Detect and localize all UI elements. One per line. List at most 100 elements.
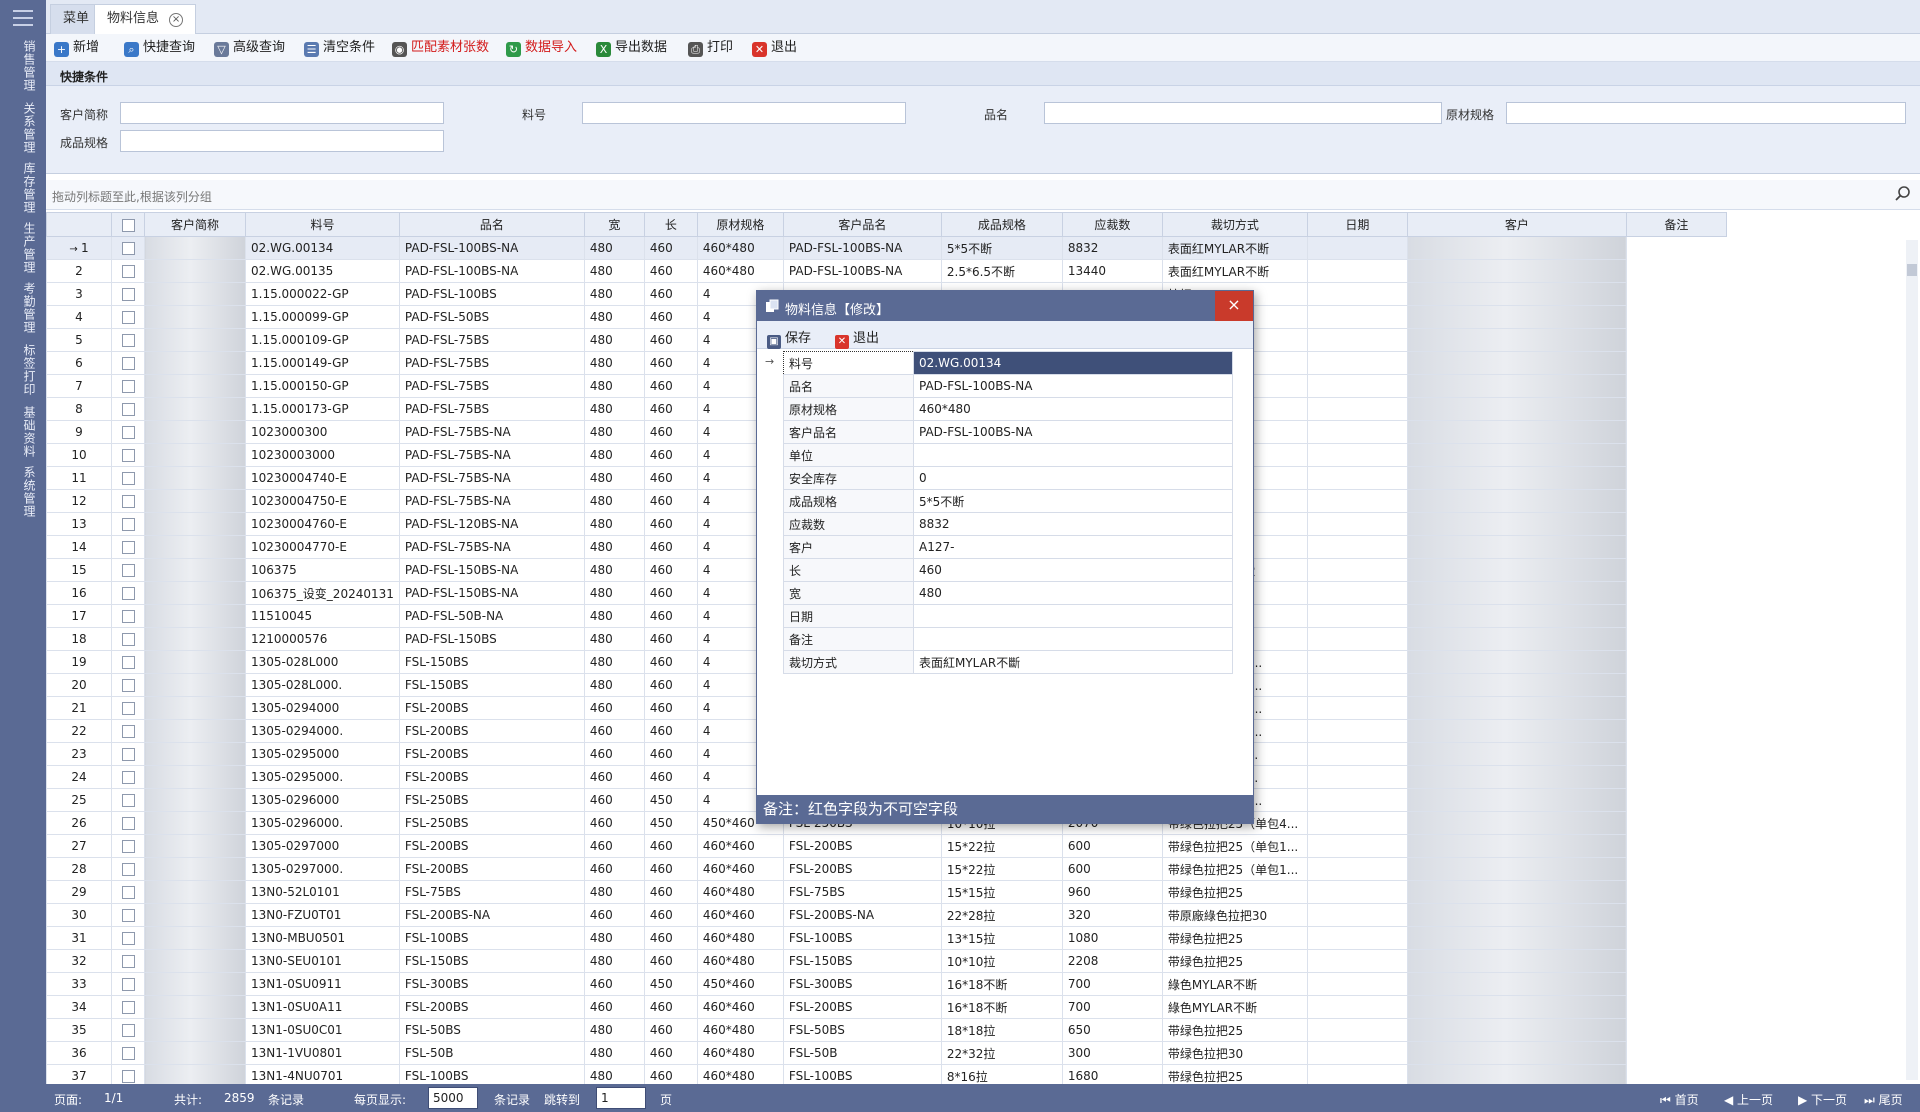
table-cell[interactable]: FSL-100BS <box>782 926 942 950</box>
row-checkbox[interactable] <box>111 282 145 306</box>
table-cell[interactable]: PAD-FSL-75BS <box>398 328 585 352</box>
table-cell[interactable]: 106375 <box>245 558 400 582</box>
table-cell[interactable] <box>1306 282 1408 306</box>
table-cell[interactable]: 480 <box>583 604 645 628</box>
table-cell[interactable] <box>1306 1018 1408 1042</box>
table-cell[interactable]: 18*18拉 <box>940 1018 1063 1042</box>
table-cell[interactable] <box>144 374 246 398</box>
dialog-exit-button[interactable]: ✕ 退出 <box>835 327 879 349</box>
table-cell[interactable]: 22*28拉 <box>940 903 1063 927</box>
toolbar-button[interactable]: X 导出数据 <box>596 38 667 58</box>
table-cell[interactable]: PAD-FSL-75BS-NA <box>398 466 585 490</box>
table-cell[interactable] <box>1406 995 1627 1019</box>
table-row[interactable]: 34 13N1-0SU0A11 FSL-200BS 460 460 460*460 FSL-… <box>46 995 1727 1019</box>
table-row[interactable]: 36 13N1-1VU0801 FSL-50B 480 460 460*480 FSL-50… <box>46 1041 1727 1065</box>
row-checkbox[interactable] <box>111 926 145 950</box>
next-page-button[interactable]: ▶ 下一页 <box>1798 1091 1847 1108</box>
table-cell[interactable]: PAD-FSL-75BS <box>398 351 585 375</box>
table-cell[interactable]: 480 <box>583 466 645 490</box>
toolbar-button[interactable]: ⌕ 快捷查询 <box>124 38 195 58</box>
table-cell[interactable]: PAD-FSL-75BS-NA <box>398 443 585 467</box>
table-cell[interactable] <box>1306 466 1408 490</box>
table-cell[interactable] <box>1306 926 1408 950</box>
row-checkbox[interactable] <box>111 673 145 697</box>
table-cell[interactable]: 13N1-0SU0911 <box>245 972 400 996</box>
table-cell[interactable] <box>1406 627 1627 651</box>
table-cell[interactable]: 5*5不断 <box>940 236 1063 260</box>
table-cell[interactable] <box>1306 742 1408 766</box>
column-header[interactable]: 日期 <box>1306 212 1408 237</box>
column-header[interactable]: 料号 <box>245 212 400 237</box>
menu-toggle-icon[interactable] <box>13 10 33 26</box>
sidebar-nav-item[interactable]: 标签打印 <box>8 344 38 396</box>
table-cell[interactable]: 带绿色拉把25 <box>1161 926 1308 950</box>
table-cell[interactable]: 460 <box>643 351 698 375</box>
table-cell[interactable]: 1080 <box>1061 926 1163 950</box>
table-cell[interactable] <box>1306 788 1408 812</box>
table-cell[interactable]: 700 <box>1061 972 1163 996</box>
table-cell[interactable]: 460 <box>643 696 698 720</box>
table-cell[interactable]: 1305-0297000 <box>245 834 400 858</box>
table-cell[interactable] <box>1306 512 1408 536</box>
column-header[interactable]: 应裁数 <box>1061 212 1163 237</box>
table-cell[interactable] <box>144 443 246 467</box>
table-cell[interactable] <box>1306 236 1408 260</box>
table-cell[interactable]: 1.15.000150-GP <box>245 374 400 398</box>
table-cell[interactable] <box>1406 811 1627 835</box>
table-cell[interactable]: 460 <box>643 765 698 789</box>
table-cell[interactable]: 2208 <box>1061 949 1163 973</box>
table-cell[interactable]: 480 <box>583 880 645 904</box>
table-cell[interactable] <box>1306 972 1408 996</box>
row-checkbox[interactable] <box>111 535 145 559</box>
table-cell[interactable]: 480 <box>583 420 645 444</box>
table-cell[interactable]: 480 <box>583 673 645 697</box>
table-row[interactable]: 29 13N0-52L0101 FSL-75BS 480 460 460*480 FSL-7… <box>46 880 1727 904</box>
table-cell[interactable]: 460 <box>643 1041 698 1065</box>
table-cell[interactable]: 460 <box>643 535 698 559</box>
table-cell[interactable]: 13N1-4NU0701 <box>245 1064 400 1084</box>
table-cell[interactable] <box>144 1018 246 1042</box>
table-cell[interactable] <box>144 995 246 1019</box>
form-field-value[interactable]: A127- <box>913 535 1233 559</box>
table-cell[interactable]: FSL-250BS <box>398 811 585 835</box>
table-cell[interactable]: 460 <box>643 328 698 352</box>
row-checkbox[interactable] <box>111 949 145 973</box>
table-cell[interactable]: 10230004750-E <box>245 489 400 513</box>
table-cell[interactable]: FSL-150BS <box>782 949 942 973</box>
table-cell[interactable]: FSL-50B <box>782 1041 942 1065</box>
row-checkbox[interactable] <box>111 834 145 858</box>
table-cell[interactable] <box>144 673 246 697</box>
row-checkbox[interactable] <box>111 811 145 835</box>
table-cell[interactable] <box>144 558 246 582</box>
table-cell[interactable]: 1305-0297000. <box>245 857 400 881</box>
table-cell[interactable]: 480 <box>583 259 645 283</box>
table-cell[interactable]: 460 <box>583 719 645 743</box>
table-cell[interactable]: PAD-FSL-120BS-NA <box>398 512 585 536</box>
table-cell[interactable] <box>1406 788 1627 812</box>
table-cell[interactable]: 460 <box>643 236 698 260</box>
table-cell[interactable] <box>1306 305 1408 329</box>
table-cell[interactable]: 450 <box>643 788 698 812</box>
table-cell[interactable] <box>1406 696 1627 720</box>
table-row[interactable]: 30 13N0-FZU0T01 FSL-200BS-NA 460 460 460*460 F… <box>46 903 1727 927</box>
table-cell[interactable] <box>144 926 246 950</box>
table-cell[interactable]: FSL-300BS <box>782 972 942 996</box>
table-cell[interactable]: 480 <box>583 236 645 260</box>
table-cell[interactable] <box>1406 926 1627 950</box>
form-field-value[interactable]: PAD-FSL-100BS-NA <box>913 420 1233 444</box>
table-cell[interactable]: 13*15拉 <box>940 926 1063 950</box>
form-field-value[interactable] <box>913 627 1233 651</box>
table-cell[interactable] <box>144 282 246 306</box>
form-field-value[interactable]: 460*480 <box>913 397 1233 421</box>
per-page-input[interactable]: 5000 <box>428 1087 478 1109</box>
table-cell[interactable]: FSL-200BS-NA <box>398 903 585 927</box>
table-cell[interactable]: 1.15.000022-GP <box>245 282 400 306</box>
table-cell[interactable]: 460 <box>643 512 698 536</box>
table-cell[interactable]: 8832 <box>1061 236 1163 260</box>
table-cell[interactable] <box>1406 282 1627 306</box>
table-cell[interactable]: 480 <box>583 535 645 559</box>
table-cell[interactable]: 10230003000 <box>245 443 400 467</box>
table-cell[interactable]: FSL-75BS <box>782 880 942 904</box>
table-cell[interactable]: 1305-0294000 <box>245 696 400 720</box>
select-all-checkbox[interactable] <box>111 212 145 237</box>
